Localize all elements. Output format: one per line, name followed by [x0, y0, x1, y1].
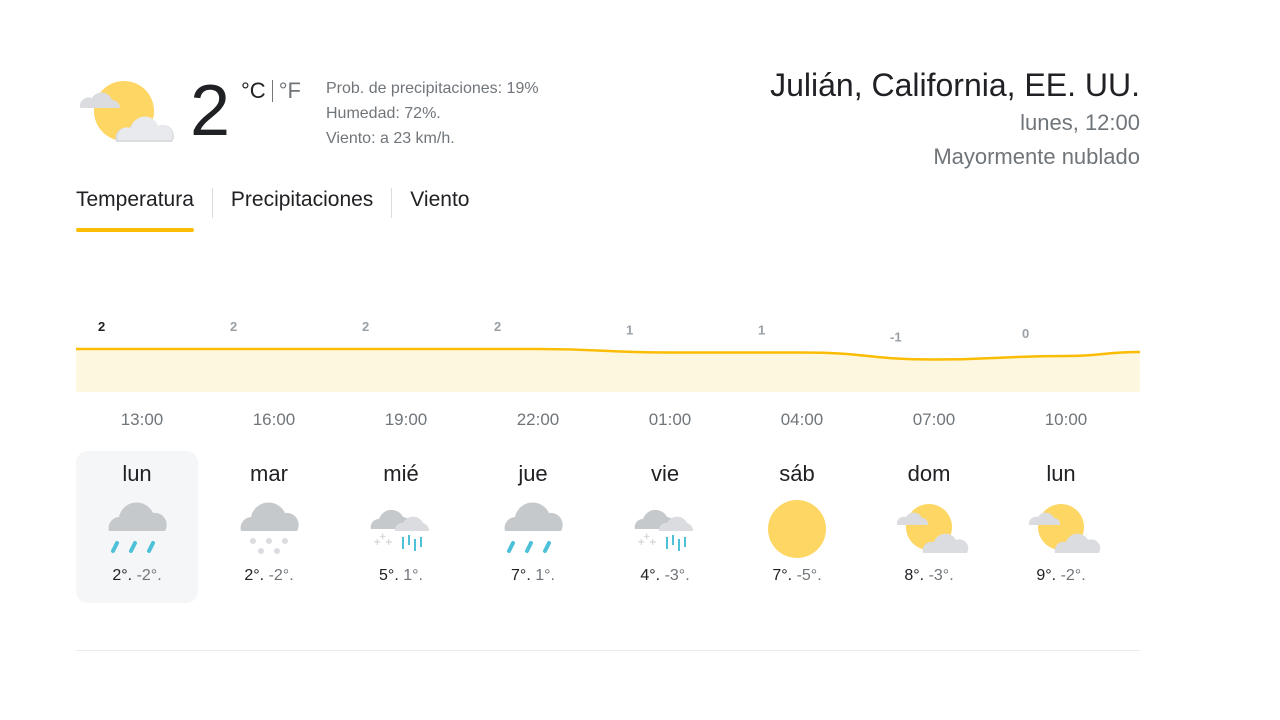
temperature-data-label: 1	[758, 323, 765, 338]
snow-icon	[240, 502, 299, 554]
day-name: sáb	[779, 461, 815, 486]
tab-precipitation[interactable]: Precipitaciones	[231, 184, 373, 232]
section-divider	[76, 650, 1140, 651]
celsius-toggle[interactable]: °C	[241, 78, 266, 104]
temperature-data-label: 2	[98, 319, 105, 334]
fahrenheit-toggle[interactable]: °F	[279, 78, 301, 104]
day-temperatures: 2°. -2°.	[208, 565, 330, 587]
temperature-data-label: -1	[890, 330, 902, 345]
low-temp: -2°.	[1060, 567, 1086, 584]
day-card-3[interactable]: jue 7°. 1°.	[472, 451, 594, 603]
tab-wind[interactable]: Viento	[410, 184, 469, 232]
day-card-6[interactable]: dom 8°. -3°.	[868, 451, 990, 603]
high-temp: 4°.	[640, 567, 661, 584]
high-temp: 2°.	[112, 567, 133, 584]
high-temp: 7°.	[772, 567, 793, 584]
day-name: dom	[907, 461, 951, 486]
results-info-cut: Resultados (0,42 segundos)	[76, 17, 278, 30]
partly-cloudy-icon	[1028, 504, 1101, 553]
location-name: Julián, California, EE. UU.	[770, 67, 1140, 103]
day-name: mar	[250, 461, 288, 486]
humidity: Humedad: 72%.	[326, 105, 441, 122]
high-temp: 8°.	[904, 567, 925, 584]
day-temperatures: 7°. -5°.	[736, 565, 858, 587]
hour-tick-label: 07:00	[912, 410, 956, 429]
temperature-data-label: 2	[494, 319, 501, 334]
day-name: jue	[518, 461, 548, 486]
temperature-area	[76, 349, 1140, 392]
current-day-time: lunes, 12:00	[1020, 110, 1140, 135]
temperature-chart: 2 2 2 2 1 1 -1 0	[76, 319, 1140, 392]
high-temp: 2°.	[244, 567, 265, 584]
day-name: lun	[1046, 461, 1076, 486]
hour-tick-label: 01:00	[648, 410, 692, 429]
tab-divider	[211, 188, 213, 218]
sleet-icon: + ++	[370, 509, 430, 551]
location-block: Julián, California, EE. UU. lunes, 12:00…	[770, 64, 1140, 174]
day-temperatures: 7°. 1°.	[472, 565, 594, 587]
partly-cloudy-icon	[79, 81, 174, 142]
hour-axis: 13:00 16:00 19:00 22:00 01:00 04:00 07:00 10:00	[76, 410, 1140, 436]
daily-forecast: lun 2°. -2°. mar 2°. -2°. mié + + + 5°. 1°. jue 7…	[76, 451, 1140, 606]
day-temperatures: 5°. 1°.	[340, 565, 462, 587]
svg-text:+: +	[643, 532, 651, 542]
low-temp: -3°.	[664, 567, 690, 584]
day-card-1[interactable]: mar 2°. -2°.	[208, 451, 330, 603]
weather-details: Prob. de precipitaciones: 19% Humedad: 7…	[326, 76, 539, 151]
tab-temperature[interactable]: Temperatura	[76, 184, 194, 232]
svg-text:+: +	[379, 532, 387, 542]
hour-tick-label: 22:00	[516, 410, 560, 429]
low-temp: -3°.	[928, 567, 954, 584]
day-name: mié	[383, 461, 419, 486]
weather-condition: Mayormente nublado	[933, 144, 1140, 169]
rain-icon	[504, 502, 563, 553]
unit-separator	[271, 80, 273, 102]
day-name: lun	[122, 461, 152, 486]
current-temperature: 2	[190, 71, 231, 151]
hour-tick-label: 10:00	[1044, 410, 1088, 429]
hour-tick-label: 16:00	[252, 410, 296, 429]
day-name: vie	[650, 461, 680, 486]
day-temperatures: 4°. -3°.	[604, 565, 726, 587]
high-temp: 7°.	[511, 567, 531, 584]
low-temp: 1°.	[403, 567, 423, 584]
low-temp: -5°.	[796, 567, 822, 584]
weather-tabs: Temperatura Precipitaciones Viento	[76, 184, 469, 232]
day-card-7[interactable]: lun 9°. -2°.	[1000, 451, 1122, 603]
day-temperatures: 2°. -2°.	[76, 565, 198, 587]
low-temp: -2°.	[268, 567, 294, 584]
temperature-data-label: 2	[362, 319, 369, 334]
low-temp: -2°.	[136, 567, 162, 584]
temperature-data-label: 1	[626, 323, 633, 338]
high-temp: 5°.	[379, 567, 399, 584]
day-temperatures: 8°. -3°.	[868, 565, 990, 587]
wind-speed: Viento: a 23 km/h.	[326, 130, 455, 147]
tab-divider	[391, 188, 393, 218]
hour-tick-label: 04:00	[780, 410, 824, 429]
day-card-2[interactable]: mié + + + 5°. 1°.	[340, 451, 462, 603]
high-temp: 9°.	[1036, 567, 1057, 584]
precipitation-chance: Prob. de precipitaciones: 19%	[326, 80, 539, 97]
day-card-4[interactable]: vie + + + 4°. -3°.	[604, 451, 726, 603]
temperature-data-label: 0	[1022, 326, 1029, 341]
hour-tick-label: 19:00	[384, 410, 428, 429]
sunny-icon	[768, 500, 826, 558]
rain-icon	[108, 502, 167, 553]
unit-toggle: °C °F	[241, 78, 301, 104]
partly-cloudy-icon	[896, 504, 969, 553]
hour-tick-label: 13:00	[120, 410, 164, 429]
low-temp: 1°.	[535, 567, 555, 584]
sleet-icon: + ++	[634, 509, 694, 551]
day-card-0[interactable]: lun 2°. -2°.	[76, 451, 198, 603]
day-card-5[interactable]: sáb 7°. -5°.	[736, 451, 858, 603]
temperature-data-label: 2	[230, 319, 237, 334]
day-temperatures: 9°. -2°.	[1000, 565, 1122, 587]
